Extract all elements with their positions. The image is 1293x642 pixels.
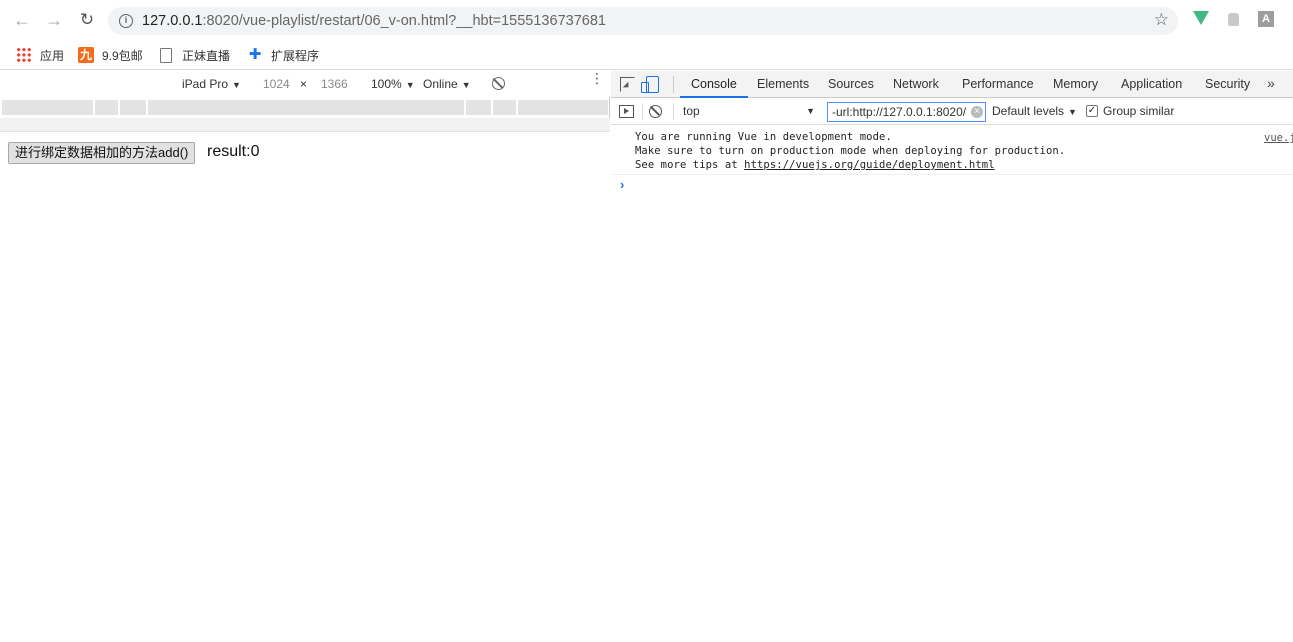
console-message: You are running Vue in development mode.…: [611, 126, 1293, 175]
height-input[interactable]: 1366: [321, 77, 348, 91]
media-query-bar[interactable]: [2, 100, 608, 115]
media-query-segment[interactable]: [2, 100, 93, 115]
puzzle-icon: ✚: [248, 46, 262, 63]
console-sidebar-icon[interactable]: [619, 105, 634, 118]
bookmark-live[interactable]: 正妹直播: [160, 46, 230, 64]
bookmark-star-icon[interactable]: ☆: [1154, 10, 1169, 30]
inspect-element-icon[interactable]: [620, 77, 635, 92]
bookmark-apps[interactable]: 应用: [16, 46, 64, 64]
vue-devtools-icon[interactable]: [1193, 11, 1209, 25]
media-query-segment[interactable]: [148, 100, 464, 115]
info-icon[interactable]: i: [119, 14, 133, 28]
log-levels-select[interactable]: Default levels ▼: [992, 104, 1077, 118]
caret-down-icon: ▼: [1068, 107, 1077, 117]
apps-grid-icon: [16, 47, 32, 63]
tab-memory[interactable]: Memory: [1053, 71, 1098, 98]
bookmark-extensions[interactable]: ✚ 扩展程序: [247, 46, 319, 64]
width-input[interactable]: 1024: [263, 77, 290, 91]
times-sign: ×: [300, 77, 308, 91]
more-tabs-icon[interactable]: »: [1267, 71, 1275, 96]
url-text[interactable]: 127.0.0.1:8020/vue-playlist/restart/06_v…: [142, 13, 606, 29]
bookmark-label: 扩展程序: [271, 48, 320, 63]
tab-sources[interactable]: Sources: [828, 71, 874, 98]
bookmarks-bar: 应用 九 9.9包邮 正妹直播 ✚ 扩展程序: [0, 40, 1293, 70]
divider: [642, 103, 643, 120]
page-content: 进行绑定数据相加的方法add() result:0: [0, 118, 610, 642]
tab-elements[interactable]: Elements: [757, 71, 809, 98]
clear-filter-icon[interactable]: ×: [971, 106, 983, 118]
console-prompt-icon[interactable]: ›: [620, 177, 624, 192]
clear-console-icon[interactable]: [649, 105, 662, 118]
caret-down-icon: ▼: [232, 80, 241, 90]
media-query-segment[interactable]: [120, 100, 146, 115]
console-filter-input[interactable]: -url:http://127.0.0.1:8020/ ×: [827, 102, 986, 122]
media-query-segment[interactable]: [518, 100, 608, 115]
group-similar-checkbox[interactable]: ✓: [1086, 105, 1098, 117]
url-path: :8020/vue-playlist/restart/06_v-on.html?…: [202, 13, 606, 29]
divider: [673, 76, 674, 93]
forward-arrow-icon[interactable]: →: [43, 9, 65, 31]
tab-security[interactable]: Security: [1205, 71, 1250, 98]
bookmark-label: 应用: [40, 48, 65, 63]
bookmark-label: 9.9包邮: [102, 48, 143, 63]
media-query-segment[interactable]: [95, 100, 118, 115]
divider: [673, 103, 674, 120]
deployment-link[interactable]: https://vuejs.org/guide/deployment.html: [744, 159, 994, 171]
tab-application[interactable]: Application: [1121, 71, 1182, 98]
device-toggle-icon[interactable]: [641, 76, 659, 93]
device-viewport-pane: iPad Pro ▼ 1024 × 1366 100% ▼ Online ▼ ⋮ 进行…: [0, 71, 610, 642]
bookmark-label: 正妹直播: [182, 48, 231, 63]
reload-icon[interactable]: ↻: [76, 9, 98, 31]
result-text: result:0: [207, 143, 260, 160]
media-query-segment[interactable]: [466, 100, 491, 115]
throttling-select[interactable]: Online ▼: [423, 77, 471, 91]
address-bar[interactable]: i 127.0.0.1:8020/vue-playlist/restart/06…: [108, 7, 1178, 35]
nine-icon: 九: [78, 47, 94, 63]
more-options-icon[interactable]: ⋮: [590, 71, 604, 85]
context-select[interactable]: top ▼: [678, 102, 818, 121]
devtools-panel: Console Elements Sources Network Perform…: [611, 71, 1293, 642]
media-query-segment[interactable]: [493, 100, 516, 115]
source-link[interactable]: vue.js: [1264, 132, 1293, 144]
message-line: Make sure to turn on production mode whe…: [635, 145, 1066, 157]
extension-a-icon[interactable]: A: [1258, 11, 1274, 27]
group-similar-label: Group similar: [1103, 104, 1175, 118]
tab-network[interactable]: Network: [893, 71, 939, 98]
tab-console[interactable]: Console: [680, 71, 748, 98]
caret-down-icon: ▼: [806, 106, 815, 116]
rotate-icon[interactable]: [492, 77, 505, 90]
caret-down-icon: ▼: [405, 80, 415, 90]
add-button[interactable]: 进行绑定数据相加的方法add(): [8, 142, 196, 164]
message-line: See more tips at https://vuejs.org/guide…: [635, 159, 995, 171]
caret-down-icon: ▼: [461, 80, 471, 90]
message-line: You are running Vue in development mode.: [635, 131, 892, 143]
extension-lock-icon[interactable]: [1228, 13, 1239, 26]
url-host: 127.0.0.1: [142, 13, 203, 29]
browser-toolbar: ← → ↻ i 127.0.0.1:8020/vue-playlist/rest…: [0, 0, 1293, 40]
page-icon: [160, 47, 172, 63]
back-arrow-icon[interactable]: ←: [11, 9, 33, 31]
tab-performance[interactable]: Performance: [962, 71, 1034, 98]
zoom-select[interactable]: 100% ▼: [371, 77, 415, 91]
device-select[interactable]: iPad Pro ▼: [182, 77, 241, 91]
bookmark-9-9[interactable]: 九 9.9包邮: [78, 46, 143, 64]
devtools-tabbar: Console Elements Sources Network Perform…: [611, 71, 1293, 98]
console-output: You are running Vue in development mode.…: [611, 126, 1293, 642]
console-toolbar: top ▼ -url:http://127.0.0.1:8020/ × Defau…: [611, 98, 1293, 125]
device-toolbar: iPad Pro ▼ 1024 × 1366 100% ▼ Online ▼ ⋮: [0, 71, 610, 97]
